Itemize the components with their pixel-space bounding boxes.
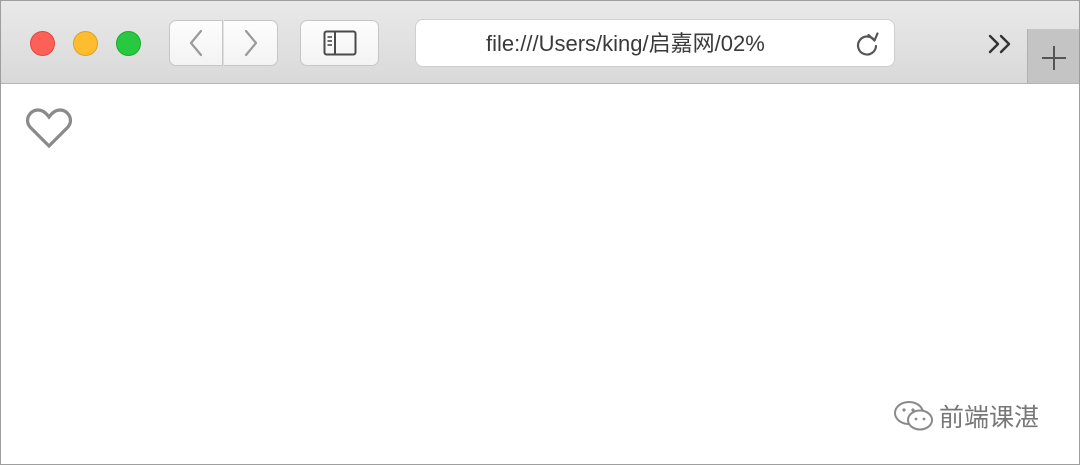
address-bar[interactable]: file:///Users/king/启嘉网/02% [415,19,895,67]
wechat-icon [894,401,933,431]
reload-icon[interactable] [852,29,882,59]
minimize-window-button[interactable] [73,31,98,56]
forward-button[interactable] [224,20,278,66]
close-window-button[interactable] [30,31,55,56]
watermark: 前端课湛 [893,396,1039,436]
watermark-text: 前端课湛 [939,403,1040,432]
chevron-left-icon [189,29,203,57]
plus-icon [1042,46,1066,70]
chevron-right-icon [244,29,257,57]
maximize-window-button[interactable] [116,31,141,56]
browser-window: file:///Users/king/启嘉网/02% 前端课湛 [0,0,1080,465]
heart-outline-icon [25,108,73,149]
address-url[interactable]: file:///Users/king/启嘉网/02% [486,31,831,57]
browser-toolbar: file:///Users/king/启嘉网/02% [1,1,1079,84]
address-fade [791,26,841,62]
new-tab-button[interactable] [1027,29,1079,83]
page-content: 前端课湛 [1,84,1079,464]
back-button[interactable] [169,20,223,66]
sidebar-icon [323,30,356,56]
double-chevron-right-icon[interactable] [983,29,1019,59]
sidebar-toggle-button[interactable] [300,20,379,66]
